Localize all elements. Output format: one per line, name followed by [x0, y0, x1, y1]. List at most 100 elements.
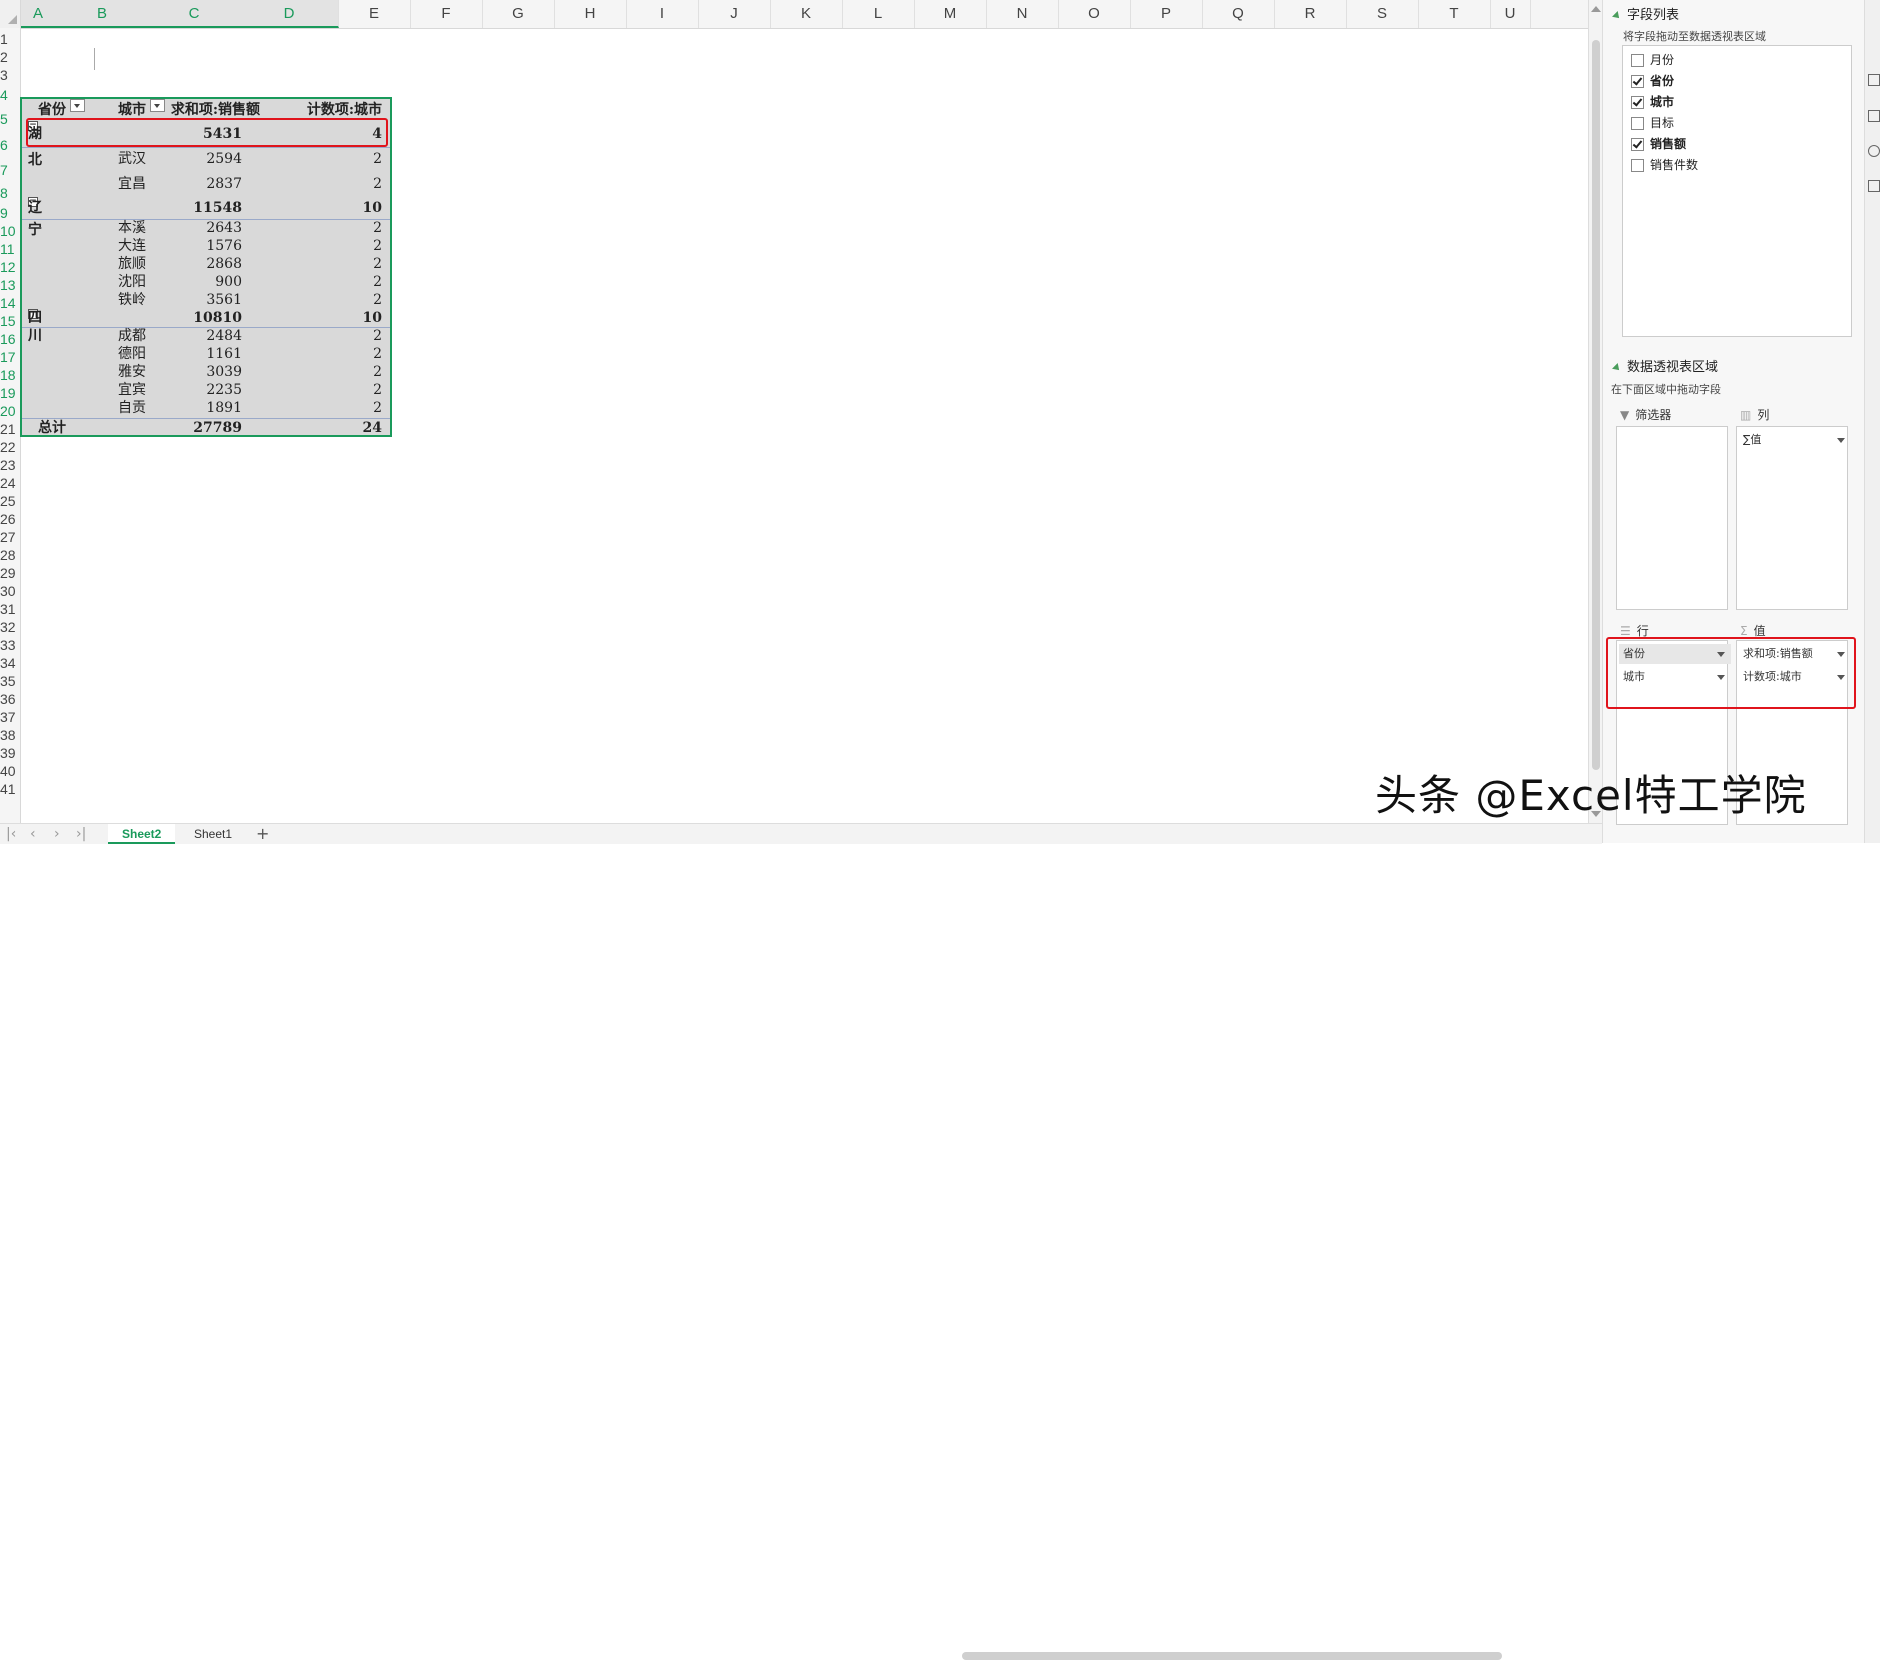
row-header-4[interactable]: 4 [0, 85, 20, 106]
last-sheet-icon[interactable]: ›| [76, 826, 86, 842]
column-header-l[interactable]: L [842, 0, 915, 28]
column-header-u[interactable]: U [1490, 0, 1531, 28]
row-header-40[interactable]: 40 [0, 762, 20, 780]
add-sheet-button[interactable]: + [256, 824, 269, 843]
row-header-14[interactable]: 14 [0, 294, 20, 312]
collapse-arrow-icon[interactable] [1612, 362, 1622, 373]
field-item[interactable]: 销售额 [1631, 136, 1686, 152]
pivot-city-row[interactable]: 宜宾 2235 2 [22, 381, 394, 399]
pivot-city-row[interactable]: 德阳 1161 2 [22, 345, 394, 363]
dropdown-caret-icon[interactable] [1837, 438, 1845, 443]
tab-sheet1[interactable]: Sheet1 [180, 824, 246, 844]
row-header-1[interactable]: 1 [0, 30, 20, 48]
pivot-city-row[interactable]: 宜昌 2837 2 [22, 172, 394, 197]
column-header-e[interactable]: E [338, 0, 411, 28]
column-header-t[interactable]: T [1418, 0, 1491, 28]
field-checkbox[interactable] [1631, 75, 1644, 88]
row-header-11[interactable]: 11 [0, 240, 20, 258]
column-header-c[interactable]: C [148, 0, 241, 28]
row-header-23[interactable]: 23 [0, 456, 20, 474]
column-header-n[interactable]: N [986, 0, 1059, 28]
row-header-9[interactable]: 9 [0, 204, 20, 222]
tab-sheet2[interactable]: Sheet2 [108, 824, 176, 844]
row-header-21[interactable]: 21 [0, 420, 20, 438]
history-icon[interactable] [1868, 145, 1880, 157]
column-zone[interactable]: ∑值 [1736, 426, 1848, 610]
areas-title[interactable]: 数据透视表区域 [1612, 356, 1718, 375]
row-header-20[interactable]: 20 [0, 402, 20, 420]
field-checkbox[interactable] [1631, 96, 1644, 109]
row-header-27[interactable]: 27 [0, 528, 20, 546]
column-header-f[interactable]: F [410, 0, 483, 28]
row-header-30[interactable]: 30 [0, 582, 20, 600]
pivot-city-row[interactable]: 本溪 2643 2 [22, 219, 394, 237]
first-sheet-icon[interactable]: |‹ [6, 826, 16, 842]
column-header-s[interactable]: S [1346, 0, 1419, 28]
field-item[interactable]: 省份 [1631, 73, 1674, 89]
row-header-17[interactable]: 17 [0, 348, 20, 366]
column-header-d[interactable]: D [240, 0, 339, 28]
pivot-panel-icon[interactable] [1868, 74, 1880, 86]
pivot-city-row[interactable]: 旅顺 2868 2 [22, 255, 394, 273]
pivot-city-row[interactable]: 雅安 3039 2 [22, 363, 394, 381]
row-header-8[interactable]: 8 [0, 183, 20, 204]
vertical-scrollbar[interactable] [1588, 0, 1603, 823]
column-header-p[interactable]: P [1130, 0, 1203, 28]
column-header-h[interactable]: H [554, 0, 627, 28]
row-header-13[interactable]: 13 [0, 276, 20, 294]
row-header-33[interactable]: 33 [0, 636, 20, 654]
row-header-16[interactable]: 16 [0, 330, 20, 348]
column-header-o[interactable]: O [1058, 0, 1131, 28]
column-header-a[interactable]: A [20, 0, 57, 28]
pivot-city-row[interactable]: 铁岭 3561 2 [22, 291, 394, 309]
row-header-10[interactable]: 10 [0, 222, 20, 240]
row-header-19[interactable]: 19 [0, 384, 20, 402]
scroll-thumb[interactable] [1592, 40, 1600, 770]
field-item[interactable]: 目标 [1631, 115, 1674, 131]
scroll-up-icon[interactable] [1591, 6, 1601, 12]
spreadsheet-grid[interactable]: ABCDEFGHIJKLMNOPQRSTU 1 2 3 4 5 6 7 8 9 10 11 12 13 1… [0, 0, 1588, 823]
field-checkbox[interactable] [1631, 138, 1644, 151]
row-header-34[interactable]: 34 [0, 654, 20, 672]
column-header-i[interactable]: I [626, 0, 699, 28]
row-header-36[interactable]: 36 [0, 690, 20, 708]
column-header-r[interactable]: R [1274, 0, 1347, 28]
row-header-32[interactable]: 32 [0, 618, 20, 636]
next-sheet-icon[interactable]: › [54, 826, 60, 842]
row-header-41[interactable]: 41 [0, 780, 20, 798]
backup-icon[interactable] [1868, 180, 1880, 192]
pivot-city-row[interactable]: 沈阳 900 2 [22, 273, 394, 291]
column-header-b[interactable]: B [56, 0, 149, 28]
prev-sheet-icon[interactable]: ‹ [30, 826, 36, 842]
field-checkbox[interactable] [1631, 159, 1644, 172]
collapse-arrow-icon[interactable] [1612, 10, 1622, 21]
pivot-table[interactable]: 省份 城市 求和项:销售额 计数项:城市 − 湖北 5431 4 武汉 2594 2 宜昌 2837 2−… [20, 97, 392, 437]
row-header-38[interactable]: 38 [0, 726, 20, 744]
pivot-city-row[interactable]: 大连 1576 2 [22, 237, 394, 255]
pivot-total-row[interactable]: 总计 27789 24 [22, 419, 394, 437]
pivot-city-row[interactable]: 自贡 1891 2 [22, 399, 394, 417]
format-icon[interactable] [1868, 110, 1880, 122]
field-list-title[interactable]: 字段列表 [1612, 4, 1679, 23]
row-header-37[interactable]: 37 [0, 708, 20, 726]
pivot-group-row[interactable]: − 四川 10810 10 [22, 309, 394, 344]
row-header-18[interactable]: 18 [0, 366, 20, 384]
horizontal-scrollbar[interactable] [940, 1650, 1560, 1660]
pivot-city-row[interactable]: 武汉 2594 2 [22, 147, 394, 172]
province-filter-dropdown-icon[interactable] [70, 99, 85, 112]
row-header-15[interactable]: 15 [0, 312, 20, 330]
row-header-7[interactable]: 7 [0, 158, 20, 183]
row-header-35[interactable]: 35 [0, 672, 20, 690]
row-header-12[interactable]: 12 [0, 258, 20, 276]
zone-field-item[interactable]: ∑值 [1739, 430, 1851, 450]
row-header-5[interactable]: 5 [0, 106, 20, 133]
filter-zone[interactable] [1616, 426, 1728, 610]
row-header-2[interactable]: 2 [0, 48, 20, 66]
field-item[interactable]: 月份 [1631, 52, 1674, 68]
row-header-28[interactable]: 28 [0, 546, 20, 564]
column-header-q[interactable]: Q [1202, 0, 1275, 28]
field-checkbox[interactable] [1631, 117, 1644, 130]
select-all-corner[interactable] [0, 0, 21, 28]
row-header-22[interactable]: 22 [0, 438, 20, 456]
field-item[interactable]: 城市 [1631, 94, 1674, 110]
